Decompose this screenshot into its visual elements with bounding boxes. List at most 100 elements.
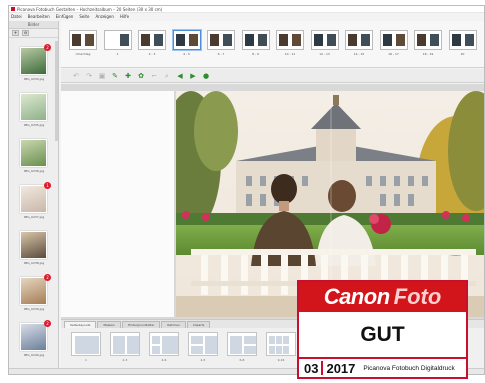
sidebar-scrollbar[interactable] xyxy=(55,41,58,141)
layout-label: 4-5 xyxy=(200,358,206,362)
page-preview xyxy=(448,30,477,50)
photo-slot xyxy=(141,34,150,46)
layout-preview xyxy=(71,332,101,356)
page-right-half xyxy=(83,31,96,49)
menu-item[interactable]: Hilfe xyxy=(120,14,129,19)
image-thumbnail[interactable]: IMG_0235.jpg xyxy=(9,87,58,132)
seal-divider xyxy=(321,361,324,375)
page-thumbnail[interactable]: 14 - 15 xyxy=(345,30,373,57)
page-thumbnail[interactable]: Umschlag xyxy=(69,30,97,57)
menu-item[interactable]: Einfügen xyxy=(56,14,74,19)
page-preview xyxy=(345,30,373,50)
page-preview xyxy=(103,30,132,50)
test-seal: Canon Foto GUT 03 2017 Picanova Fotobuch… xyxy=(297,280,468,379)
undo-icon[interactable]: ↶ xyxy=(71,71,81,81)
page-thumbnail[interactable]: 4 - 5 xyxy=(172,30,201,57)
add-text-icon[interactable]: ✎ xyxy=(110,71,120,81)
page-thumbnail[interactable]: 8 - 9 xyxy=(241,30,270,57)
page-layout-option[interactable]: 2-3 xyxy=(110,332,140,362)
photo-slot xyxy=(257,34,267,46)
seal-issue: 03 xyxy=(304,360,319,376)
page-left-half xyxy=(243,31,256,49)
tab-4[interactable]: Cliparts xyxy=(186,321,211,328)
layout-label: 4-6 xyxy=(161,358,167,362)
page-thumbnail[interactable]: 16 - 17 xyxy=(379,30,408,57)
redo-icon[interactable]: ↷ xyxy=(84,71,94,81)
thumbnail-image xyxy=(20,277,47,305)
page-label: 16 - 17 xyxy=(388,52,399,56)
tab-2[interactable]: Hintergrundbilder xyxy=(121,321,161,328)
menu-item[interactable]: Bearbeiten xyxy=(28,14,50,19)
photo-slot xyxy=(154,34,163,46)
page-layout-option[interactable]: 4-5 xyxy=(188,332,218,362)
app-icon xyxy=(11,7,15,11)
layout-cell xyxy=(205,336,217,354)
seal-brand-banner: Canon Foto xyxy=(299,282,466,312)
page-thumbnail[interactable]: 10 - 11 xyxy=(276,30,304,57)
page-left-half xyxy=(277,31,290,49)
thumbnail-filename: IMG_0239.jpg xyxy=(23,307,45,311)
thumbnail-filename: IMG_0234.jpg xyxy=(23,77,45,81)
add-image-button[interactable]: + xyxy=(12,30,19,36)
save-icon[interactable]: ▣ xyxy=(97,71,107,81)
arrow-right-icon[interactable]: ▶ xyxy=(188,71,198,81)
tab-3[interactable]: Rahmen xyxy=(161,321,186,328)
image-thumbnail[interactable]: 2 IMG_0240.jpg xyxy=(9,317,58,362)
remove-image-button[interactable]: ⊖ xyxy=(22,30,29,36)
photo-slot xyxy=(417,34,426,46)
page-preview xyxy=(379,30,408,50)
page-layout-option[interactable]: 9-16 xyxy=(266,332,296,362)
photo-slot xyxy=(279,34,288,46)
effects-icon[interactable]: ✿ xyxy=(136,71,146,81)
page-layout-option[interactable]: 6-8 xyxy=(227,332,257,362)
menu-item[interactable]: Anzeigen xyxy=(95,14,113,19)
seal-year: 2017 xyxy=(326,360,356,376)
page-layout-option[interactable]: 4-6 xyxy=(149,332,179,362)
page-left-half xyxy=(174,31,187,49)
image-thumbnail[interactable]: 2 IMG_0234.jpg xyxy=(9,41,58,86)
image-thumbnail[interactable]: IMG_0236.jpg xyxy=(9,133,58,178)
tab-0[interactable]: Seitenlayouts xyxy=(64,321,97,328)
thumbnail-filename: IMG_0235.jpg xyxy=(23,123,45,127)
sidebar-tools: + ⊖ xyxy=(9,29,58,38)
page-thumbnail[interactable]: 20 xyxy=(448,30,477,57)
usage-count-badge: 2 xyxy=(44,44,51,51)
left-page[interactable] xyxy=(61,91,175,317)
menu-item[interactable]: Datei xyxy=(11,14,22,19)
page-left-half xyxy=(312,31,325,49)
page-left-half xyxy=(70,31,83,49)
photo-slot xyxy=(72,34,81,46)
thumbnail-filename: IMG_0240.jpg xyxy=(23,353,45,357)
photo-slot xyxy=(382,34,392,46)
arrow-left-icon[interactable]: ◀ xyxy=(175,71,185,81)
zoom-icon[interactable]: ⌕ xyxy=(162,71,172,81)
page-preview xyxy=(138,30,166,50)
menu-item[interactable]: Seite xyxy=(79,14,89,19)
editor-toolbar: ↶ ↷ ▣ ✎ ✚ ✿ ⌐ ⌕ ◀ ▶ ● xyxy=(61,69,484,83)
crop-icon[interactable]: ⌐ xyxy=(149,71,159,81)
page-label: 10 - 11 xyxy=(284,52,296,56)
photo-slot xyxy=(313,34,323,46)
photo-slot xyxy=(395,34,405,46)
photo-slot xyxy=(292,34,301,46)
page-thumbnail[interactable]: 2 - 3 xyxy=(138,30,166,57)
image-sidebar: Bilder + ⊖ 2 IMG_0234.jpg IMG_0235.jpg IMG_0… xyxy=(9,21,59,369)
tab-1[interactable]: Masken xyxy=(97,321,121,328)
page-preview xyxy=(207,30,235,50)
add-image-icon[interactable]: ✚ xyxy=(123,71,133,81)
image-thumbnail[interactable]: IMG_0238.jpg xyxy=(9,225,58,270)
page-thumbnail[interactable]: 6 - 7 xyxy=(207,30,235,57)
page-layout-option[interactable]: 1 xyxy=(71,332,101,362)
page-preview xyxy=(69,30,97,50)
page-thumbnail[interactable]: 12 - 13 xyxy=(310,30,339,57)
page-thumbnail[interactable]: 18 - 19 xyxy=(414,30,442,57)
help-icon[interactable]: ● xyxy=(201,71,211,81)
page-preview xyxy=(310,30,339,50)
page-left-half xyxy=(346,31,359,49)
title-bar: Picanova Fotobuch Gestalten – Hochzeitsa… xyxy=(9,6,484,13)
photo-slot xyxy=(175,34,185,46)
image-thumbnail[interactable]: 2 IMG_0239.jpg xyxy=(9,271,58,316)
image-thumbnail[interactable]: 1 IMG_0237.jpg xyxy=(9,179,58,224)
layout-cell xyxy=(269,336,275,344)
page-thumbnail[interactable]: 1 xyxy=(103,30,132,57)
